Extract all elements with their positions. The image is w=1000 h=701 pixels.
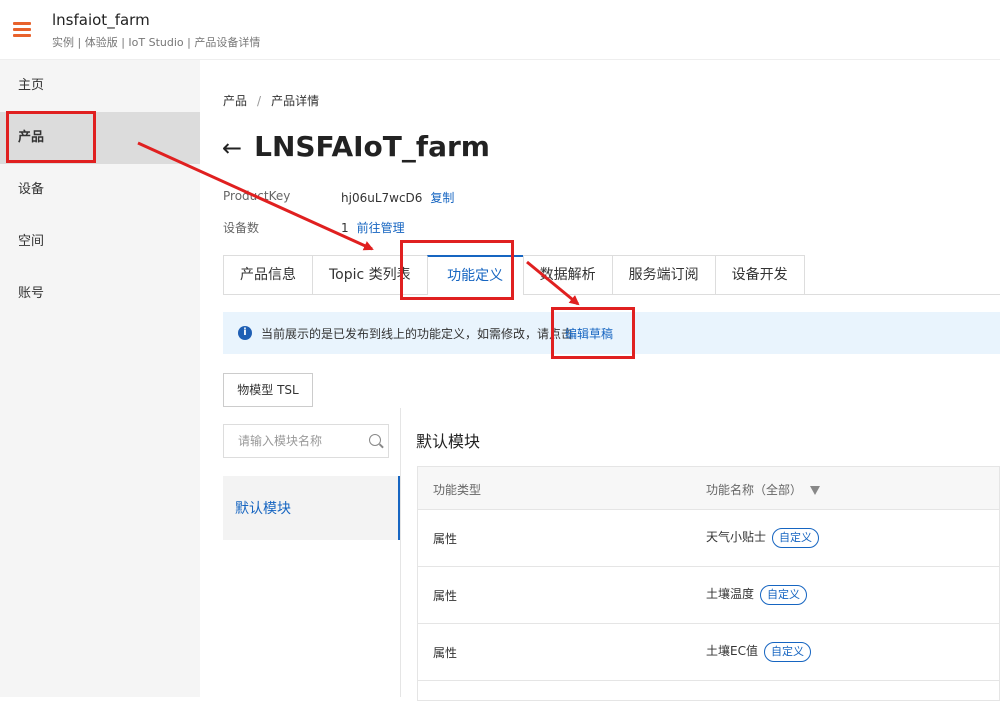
sidebar-item-space[interactable]: 空间 [0, 216, 200, 268]
sidebar-item-home[interactable]: 主页 [0, 60, 200, 112]
function-name: 土壤EC值 [706, 644, 758, 658]
page-title: ← LNSFAIoT_farm [222, 130, 490, 163]
custom-tag: 自定义 [763, 642, 811, 662]
back-arrow-icon[interactable]: ← [222, 134, 242, 162]
app-breadcrumb: 实例 | 体验版 | IoT Studio | 产品设备详情 [52, 36, 261, 49]
sidebar-item-account[interactable]: 账号 [0, 268, 200, 320]
table-row [417, 681, 1000, 701]
column-header-type: 功能类型 [433, 483, 482, 497]
breadcrumb: 产品 / 产品详情 [223, 92, 319, 109]
filter-icon[interactable] [810, 486, 821, 495]
table-row: 属性 天气小贴士 自定义 [417, 510, 1000, 567]
tab-product-info[interactable]: 产品信息 [223, 255, 312, 295]
product-key-value: hj06uL7wcD6 [341, 191, 423, 205]
column-header-name: 功能名称（全部） [706, 481, 821, 498]
cell-type: 属性 [433, 589, 458, 603]
search-icon[interactable] [369, 434, 381, 446]
breadcrumb-current: 产品详情 [271, 94, 320, 108]
tsl-button[interactable]: 物模型 TSL [223, 373, 313, 407]
function-name: 土壤温度 [706, 587, 755, 601]
sidebar-item-device[interactable]: 设备 [0, 164, 200, 216]
module-search-input[interactable] [224, 425, 364, 457]
table-header: 功能类型 功能名称（全部） [417, 466, 1000, 510]
tab-underline [775, 294, 1000, 295]
product-key-label: ProductKey [223, 189, 291, 203]
highlight-box-product [6, 111, 96, 163]
custom-tag: 自定义 [760, 585, 808, 605]
breadcrumb-root[interactable]: 产品 [223, 94, 247, 108]
cell-name: 土壤温度 自定义 [706, 585, 808, 605]
notice-text: 当前展示的是已发布到线上的功能定义，如需修改，请点击 [261, 327, 574, 341]
product-name: LNSFAIoT_farm [254, 130, 490, 163]
module-item-default[interactable]: 默认模块 [235, 498, 291, 518]
device-count-row: 1 前往管理 [341, 219, 405, 236]
product-key-row: hj06uL7wcD6 复制 [341, 189, 454, 206]
highlight-box-edit-draft [551, 307, 635, 359]
manage-devices-link[interactable]: 前往管理 [357, 221, 405, 235]
app-title: lnsfaiot_farm [52, 11, 150, 29]
top-header: lnsfaiot_farm 实例 | 体验版 | IoT Studio | 产品… [0, 0, 1000, 60]
custom-tag: 自定义 [772, 528, 820, 548]
module-search [223, 424, 389, 458]
copy-link[interactable]: 复制 [430, 191, 454, 205]
device-count-value: 1 [341, 221, 349, 235]
breadcrumb-separator: / [257, 94, 262, 108]
tab-device-development[interactable]: 设备开发 [714, 255, 805, 295]
tab-server-subscription[interactable]: 服务端订阅 [611, 255, 715, 295]
function-name: 天气小贴士 [706, 530, 767, 544]
section-title: 默认模块 [416, 432, 481, 451]
table-row: 属性 土壤EC值 自定义 [417, 624, 1000, 681]
column-header-name-label: 功能名称（全部） [706, 483, 803, 497]
menu-icon[interactable] [13, 22, 31, 38]
device-count-label: 设备数 [223, 221, 260, 235]
table-row: 属性 土壤温度 自定义 [417, 567, 1000, 624]
module-divider [400, 408, 401, 697]
cell-name: 天气小贴士 自定义 [706, 528, 820, 548]
module-list: 默认模块 [223, 476, 400, 540]
cell-name: 土壤EC值 自定义 [706, 642, 811, 662]
cell-type: 属性 [433, 646, 458, 660]
cell-type: 属性 [433, 532, 458, 546]
highlight-box-function-tab [400, 240, 514, 300]
tab-data-parsing[interactable]: 数据解析 [522, 255, 612, 295]
info-icon: i [238, 326, 252, 340]
